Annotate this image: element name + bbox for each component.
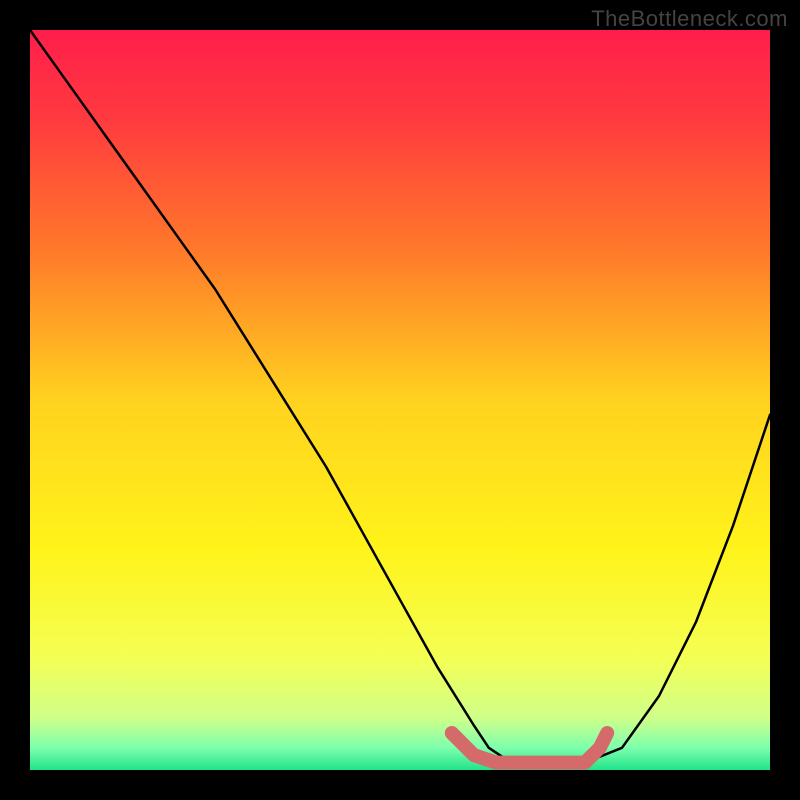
plot-background bbox=[30, 30, 770, 770]
watermark-text: TheBottleneck.com bbox=[591, 6, 788, 32]
bottleneck-chart bbox=[0, 0, 800, 800]
chart-stage: TheBottleneck.com bbox=[0, 0, 800, 800]
